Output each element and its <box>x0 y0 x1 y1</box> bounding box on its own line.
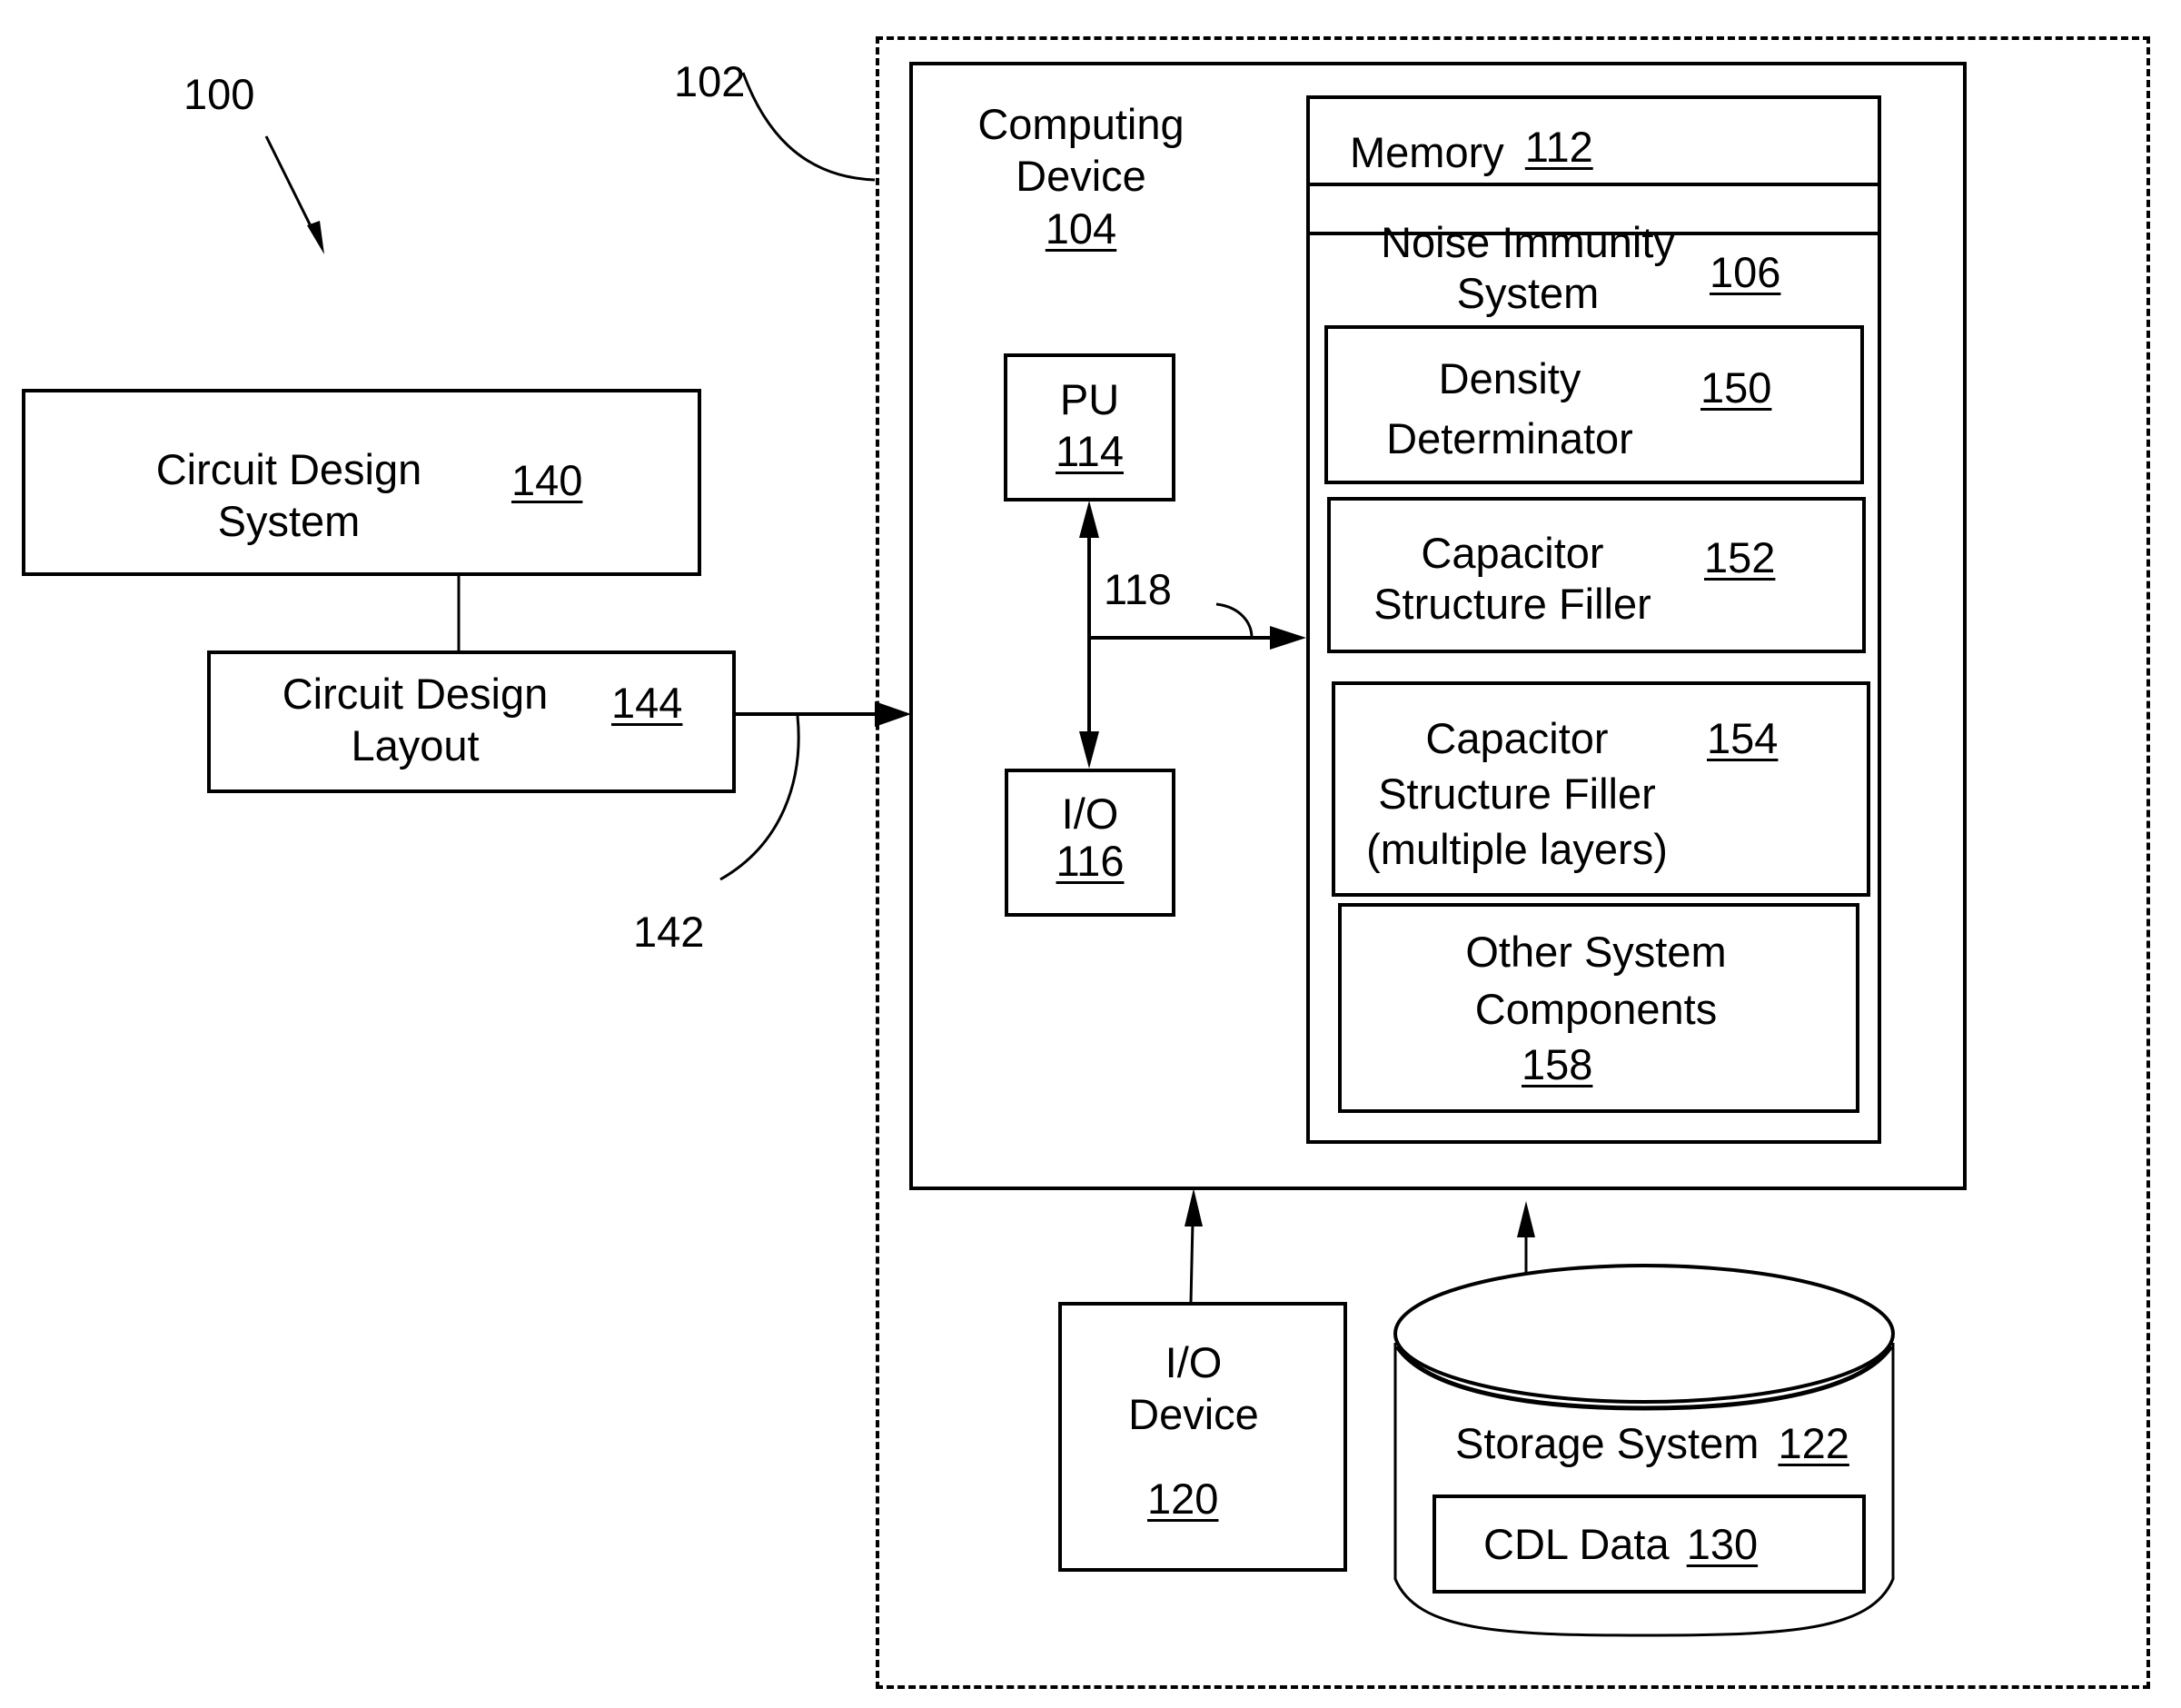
storage-system-ref: 122 <box>1778 1419 1849 1467</box>
environment-ref-label: 102 <box>674 57 746 105</box>
circuit-design-layout-box[interactable]: Circuit Design Layout 144 <box>207 650 736 793</box>
capacitor-structure-filler-multilayer-label: Capacitor Structure Filler (multiple lay… <box>1363 710 1671 877</box>
density-determinator-ref: 150 <box>1700 363 1772 412</box>
label-line: Structure Filler <box>1378 770 1656 819</box>
label-line: Determinator <box>1386 413 1633 462</box>
label-line: PU <box>1059 375 1120 423</box>
label-line: Density <box>1438 354 1581 402</box>
connection-ref-label: 142 <box>633 908 705 956</box>
circuit-design-system-ref: 140 <box>511 456 583 504</box>
capacitor-structure-filler-multilayer-box[interactable]: Capacitor Structure Filler (multiple lay… <box>1332 681 1870 897</box>
io-label: I/O 116 <box>1008 790 1172 884</box>
label-line: Device <box>1016 152 1146 201</box>
system-pointer-arrow <box>264 135 324 254</box>
circuit-design-system-box[interactable]: Circuit Design System 140 <box>22 389 701 576</box>
environment-leader-line <box>741 72 876 182</box>
label-line: System <box>217 497 361 546</box>
io-device-ref: 120 <box>1147 1475 1219 1523</box>
memory-ref: 112 <box>1524 123 1593 171</box>
system-ref-label: 100 <box>183 70 255 118</box>
io-ref: 116 <box>1056 836 1125 885</box>
circuit-design-system-label: Circuit Design System <box>116 443 461 548</box>
capacitor-structure-filler-multilayer-ref: 154 <box>1707 714 1779 762</box>
pu-label: PU 114 <box>1007 373 1172 478</box>
storage-system-label-text: Storage System <box>1455 1419 1760 1467</box>
storage-system-label[interactable]: Storage System 122 <box>1455 1417 1849 1469</box>
label-line: Other System <box>1465 928 1727 976</box>
computing-device-label: Computing Device 104 <box>963 98 1199 254</box>
io-box[interactable]: I/O 116 <box>1005 769 1175 917</box>
io-device-box[interactable]: I/O Device 120 <box>1058 1302 1347 1572</box>
density-determinator-label: Density Determinator <box>1373 349 1646 469</box>
memory-label: Memory 112 <box>1350 123 1593 178</box>
other-system-components-ref: 158 <box>1522 1040 1593 1088</box>
other-system-components-label: Other System Components <box>1396 923 1796 1038</box>
computing-device-ref: 104 <box>1045 204 1117 253</box>
label-line: Capacitor <box>1425 714 1609 762</box>
pu-ref: 114 <box>1056 427 1124 476</box>
label-line: Layout <box>351 721 480 770</box>
circuit-design-layout-label: Circuit Design Layout <box>243 668 588 772</box>
noise-immunity-system-label: Noise Immunity System <box>1364 217 1691 320</box>
cdl-data-box[interactable]: CDL Data 130 <box>1433 1494 1866 1594</box>
label-line: (multiple layers) <box>1366 825 1668 874</box>
label-line: Circuit Design <box>155 445 422 493</box>
circuit-design-layout-ref: 144 <box>611 679 683 727</box>
io-device-label: I/O Device <box>1080 1336 1307 1441</box>
label-line: Components <box>1474 985 1718 1034</box>
label-line: Structure Filler <box>1373 580 1651 629</box>
label-line: I/O <box>1165 1338 1223 1386</box>
label-line: System <box>1456 269 1600 318</box>
label-line: Device <box>1128 1390 1259 1439</box>
label-line: Circuit Design <box>282 670 549 718</box>
cdl-data-label-text: CDL Data <box>1483 1520 1670 1568</box>
capacitor-structure-filler-ref: 152 <box>1704 533 1776 581</box>
other-system-components-box[interactable]: Other System Components 158 <box>1338 903 1859 1113</box>
label-line: Capacitor <box>1421 529 1604 577</box>
density-determinator-box[interactable]: Density Determinator 150 <box>1324 325 1864 484</box>
cdl-data-label: CDL Data 130 <box>1483 1518 1758 1570</box>
capacitor-structure-filler-label: Capacitor Structure Filler <box>1367 528 1658 631</box>
pu-box[interactable]: PU 114 <box>1004 353 1175 501</box>
memory-label-text: Memory <box>1350 128 1504 176</box>
label-line: Computing <box>977 100 1185 148</box>
capacitor-structure-filler-box[interactable]: Capacitor Structure Filler 152 <box>1327 497 1866 653</box>
cdl-data-ref: 130 <box>1686 1520 1759 1568</box>
label-line: Noise Immunity <box>1381 218 1675 266</box>
label-line: I/O <box>1061 789 1119 838</box>
noise-immunity-system-ref: 106 <box>1710 248 1781 296</box>
